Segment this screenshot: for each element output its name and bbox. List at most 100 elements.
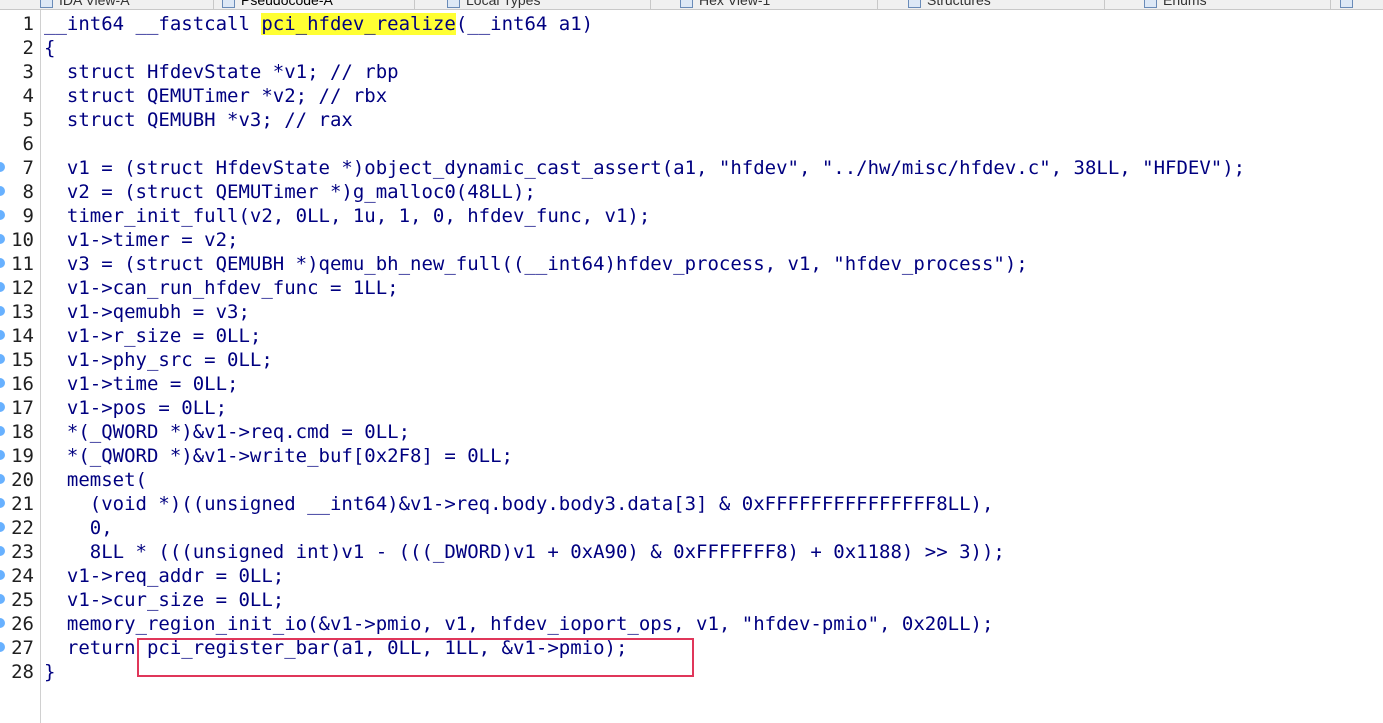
tab-separator: [650, 0, 651, 9]
code-text: {: [44, 37, 56, 59]
line-number: 26: [11, 613, 34, 635]
code-text: v1->req_addr = 0LL;: [44, 565, 285, 587]
code-line[interactable]: 6: [0, 132, 1383, 156]
code-text: v1->can_run_hfdev_func = 1LL;: [44, 277, 399, 299]
line-number: 17: [11, 397, 34, 419]
code-line[interactable]: 3 struct HfdevState *v1; // rbp: [0, 60, 1383, 84]
code-line[interactable]: 20 memset(: [0, 468, 1383, 492]
tab-separator: [877, 0, 878, 9]
line-number: 23: [11, 541, 34, 563]
code-line[interactable]: 23 8LL * (((unsigned int)v1 - (((_DWORD)…: [0, 540, 1383, 564]
ida-view-icon: [40, 0, 53, 8]
code-text: 8LL * (((unsigned int)v1 - (((_DWORD)v1 …: [44, 541, 1005, 563]
line-number: 8: [22, 181, 34, 203]
tab-pseudocode[interactable]: Pseudocode-A: [222, 0, 333, 9]
line-number: 27: [11, 637, 34, 659]
code-line[interactable]: 10 v1->timer = v2;: [0, 228, 1383, 252]
code-text: v1->qemubh = v3;: [44, 301, 250, 323]
line-number: 20: [11, 469, 34, 491]
line-number: 16: [11, 373, 34, 395]
code-line[interactable]: 12 v1->can_run_hfdev_func = 1LL;: [0, 276, 1383, 300]
tab-structures[interactable]: Structures: [908, 0, 991, 9]
tab-overflow[interactable]: [1340, 0, 1359, 9]
code-line[interactable]: 9 timer_init_full(v2, 0LL, 1u, 1, 0, hfd…: [0, 204, 1383, 228]
tab-local-types[interactable]: Local Types: [447, 0, 540, 9]
highlighted-function-name[interactable]: pci_hfdev_realize: [261, 13, 456, 35]
code-text: 0,: [44, 517, 113, 539]
code-text: v2 = (struct QEMUTimer *)g_malloc0(48LL)…: [44, 181, 536, 203]
code-text: memset(: [44, 469, 147, 491]
code-line[interactable]: 22 0,: [0, 516, 1383, 540]
code-text: struct HfdevState *v1; // rbp: [44, 61, 399, 83]
line-number: 28: [11, 661, 34, 683]
line-number: 5: [22, 109, 34, 131]
code-line[interactable]: 14 v1->r_size = 0LL;: [0, 324, 1383, 348]
code-text: timer_init_full(v2, 0LL, 1u, 1, 0, hfdev…: [44, 205, 651, 227]
code-text: *(_QWORD *)&v1->write_buf[0x2F8] = 0LL;: [44, 445, 513, 467]
code-line[interactable]: 21 (void *)((unsigned __int64)&v1->req.b…: [0, 492, 1383, 516]
tab-enums[interactable]: Enums: [1144, 0, 1207, 9]
enums-icon: [1144, 0, 1157, 8]
line-number: 2: [22, 37, 34, 59]
code-line[interactable]: 7 v1 = (struct HfdevState *)object_dynam…: [0, 156, 1383, 180]
code-line[interactable]: 26 memory_region_init_io(&v1->pmio, v1, …: [0, 612, 1383, 636]
line-number: 15: [11, 349, 34, 371]
line-number: 25: [11, 589, 34, 611]
line-number: 9: [22, 205, 34, 227]
code-text: memory_region_init_io(&v1->pmio, v1, hfd…: [44, 613, 994, 635]
code-text: *(_QWORD *)&v1->req.cmd = 0LL;: [44, 421, 411, 443]
code-line[interactable]: 1 __int64 __fastcall pci_hfdev_realize(__…: [0, 12, 1383, 36]
code-text-prefix: __int64 __fastcall: [44, 13, 262, 35]
line-number: 21: [11, 493, 34, 515]
code-text: __int64 __fastcall pci_hfdev_realize(__i…: [44, 12, 593, 36]
code-text: v1->cur_size = 0LL;: [44, 589, 285, 611]
code-line[interactable]: 17 v1->pos = 0LL;: [0, 396, 1383, 420]
code-text: return pci_register_bar(a1, 0LL, 1LL, &v…: [44, 637, 628, 659]
code-text: v1->pos = 0LL;: [44, 397, 228, 419]
tab-separator: [213, 0, 214, 9]
line-number: 7: [22, 157, 34, 179]
line-number: 10: [11, 229, 34, 251]
code-line[interactable]: 15 v1->phy_src = 0LL;: [0, 348, 1383, 372]
code-line[interactable]: 25 v1->cur_size = 0LL;: [0, 588, 1383, 612]
line-number: 14: [11, 325, 34, 347]
code-text-suffix: (__int64 a1): [455, 13, 594, 35]
code-text: }: [44, 661, 56, 683]
code-line[interactable]: 16 v1->time = 0LL;: [0, 372, 1383, 396]
code-line[interactable]: 19 *(_QWORD *)&v1->write_buf[0x2F8] = 0L…: [0, 444, 1383, 468]
code-line[interactable]: 13 v1->qemubh = v3;: [0, 300, 1383, 324]
code-text: v1->time = 0LL;: [44, 373, 239, 395]
line-number: 6: [22, 133, 34, 155]
tab-separator: [414, 0, 415, 9]
tab-separator: [1104, 0, 1105, 9]
tab-ida-view[interactable]: IDA View-A: [40, 0, 130, 9]
code-line[interactable]: 18 *(_QWORD *)&v1->req.cmd = 0LL;: [0, 420, 1383, 444]
code-line[interactable]: 27 return pci_register_bar(a1, 0LL, 1LL,…: [0, 636, 1383, 660]
local-types-icon: [447, 0, 460, 8]
code-line[interactable]: 11 v3 = (struct QEMUBH *)qemu_bh_new_ful…: [0, 252, 1383, 276]
code-line[interactable]: 2{: [0, 36, 1383, 60]
line-number: 22: [11, 517, 34, 539]
code-line[interactable]: 4 struct QEMUTimer *v2; // rbx: [0, 84, 1383, 108]
code-text: (void *)((unsigned __int64)&v1->req.body…: [44, 493, 994, 515]
line-number: 12: [11, 277, 34, 299]
code-line[interactable]: 28}: [0, 660, 1383, 684]
code-text: v1->r_size = 0LL;: [44, 325, 262, 347]
window-icon: [1340, 0, 1353, 8]
hex-view-icon: [680, 0, 693, 8]
tab-hex-view[interactable]: Hex View-1: [680, 0, 770, 9]
code-text: v3 = (struct QEMUBH *)qemu_bh_new_full((…: [44, 253, 1028, 275]
line-number: 1: [22, 13, 34, 35]
code-line[interactable]: 5 struct QEMUBH *v3; // rax: [0, 108, 1383, 132]
tab-separator: [1330, 0, 1331, 9]
code-text: v1->timer = v2;: [44, 229, 239, 251]
code-text: struct QEMUTimer *v2; // rbx: [44, 85, 388, 107]
line-number: 18: [11, 421, 34, 443]
code-line[interactable]: 8 v2 = (struct QEMUTimer *)g_malloc0(48L…: [0, 180, 1383, 204]
line-number: 13: [11, 301, 34, 323]
code-line[interactable]: 24 v1->req_addr = 0LL;: [0, 564, 1383, 588]
code-text: struct QEMUBH *v3; // rax: [44, 109, 353, 131]
tab-bar: IDA View-A Pseudocode-A Local Types Hex …: [0, 0, 1383, 10]
code-text: v1 = (struct HfdevState *)object_dynamic…: [44, 157, 1246, 179]
line-number: 3: [22, 61, 34, 83]
